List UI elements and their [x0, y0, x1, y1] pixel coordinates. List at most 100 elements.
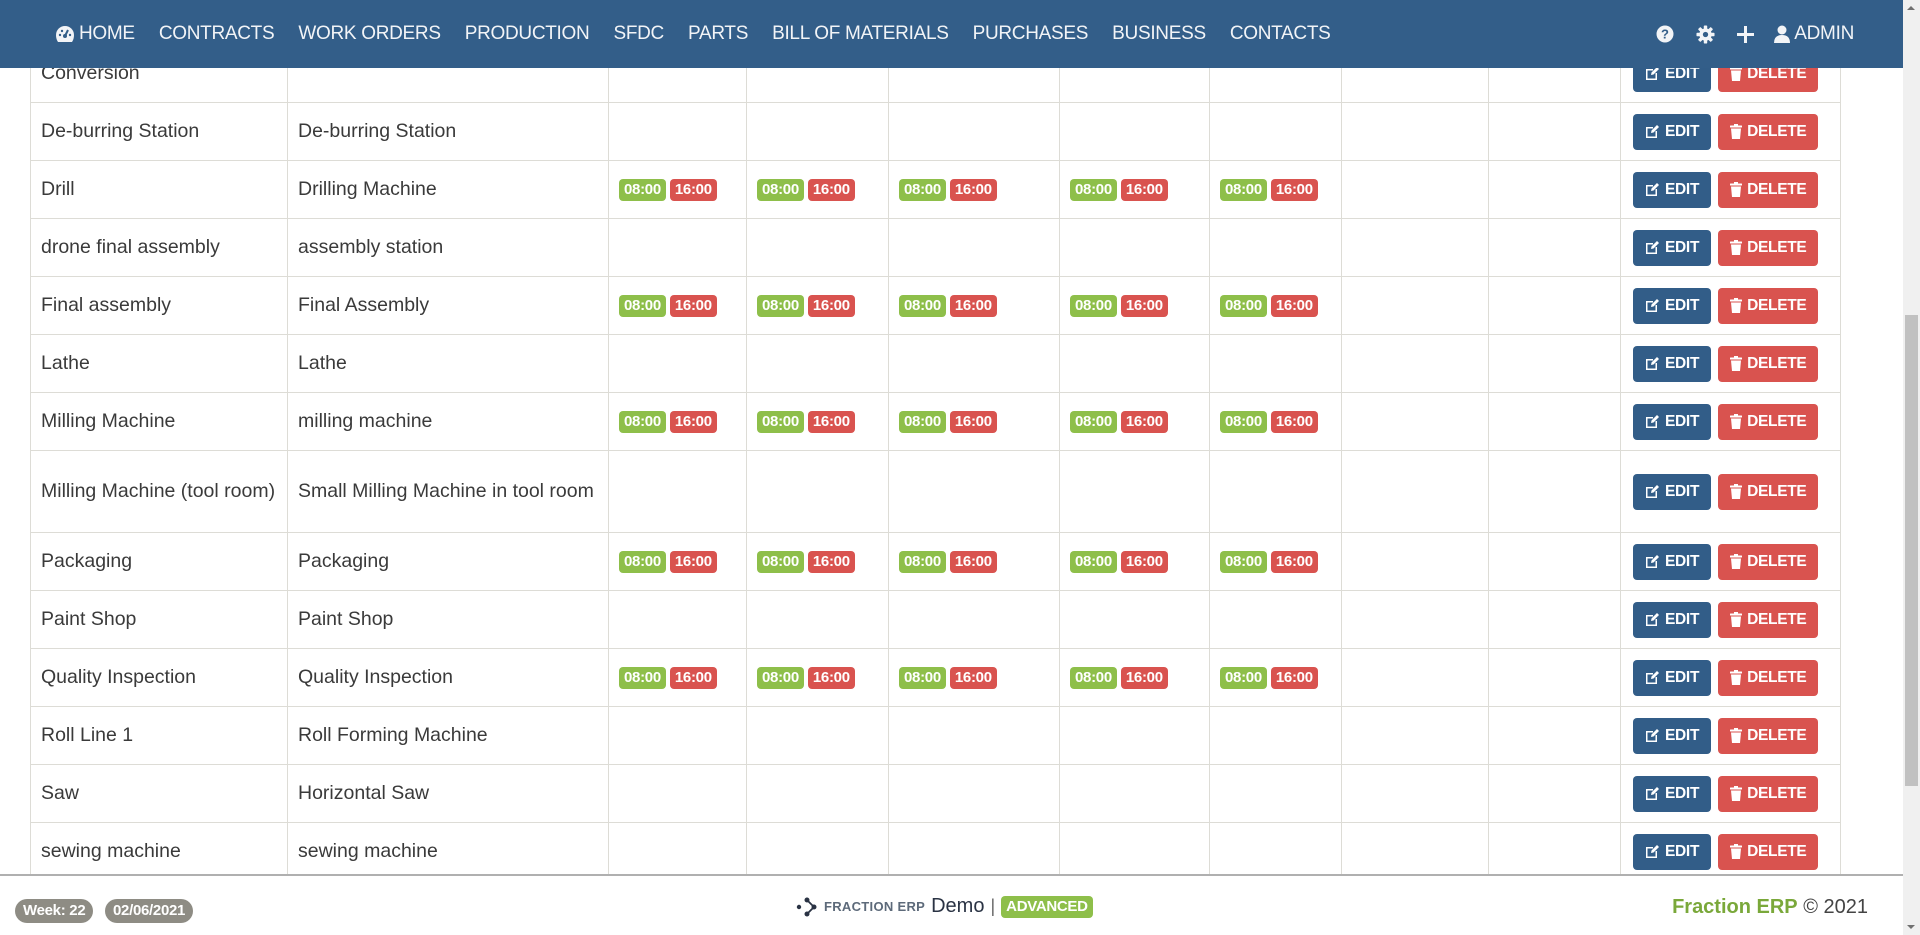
brand-demo-label: Demo [931, 895, 985, 917]
delete-button[interactable]: DELETE [1718, 833, 1819, 870]
nav-contacts[interactable]: CONTACTS [1230, 23, 1331, 45]
schedule-day-6 [1341, 764, 1489, 823]
schedule-day-7 [1488, 392, 1621, 451]
delete-button[interactable]: DELETE [1718, 345, 1819, 382]
workstation-name: Final assembly [30, 276, 288, 335]
schedule-day-3 [888, 764, 1060, 823]
plus-icon[interactable] [1737, 25, 1755, 43]
nav-home[interactable]: HOME [55, 23, 135, 45]
delete-button[interactable]: DELETE [1718, 171, 1819, 208]
schedule-day-6 [1341, 160, 1489, 219]
copyright-brand-link[interactable]: Fraction ERP [1672, 896, 1798, 918]
svg-text:?: ? [1661, 27, 1669, 42]
delete-label: DELETE [1747, 669, 1807, 686]
edit-button[interactable]: EDIT [1633, 287, 1712, 324]
nav-sfdc[interactable]: SFDC [613, 23, 664, 45]
edit-icon [1646, 845, 1659, 858]
workstation-name: De-burring Station [30, 102, 288, 161]
start-time-badge: 08:00 [619, 410, 666, 433]
delete-button[interactable]: DELETE [1718, 717, 1819, 754]
schedule-day-3 [888, 450, 1060, 533]
delete-button[interactable]: DELETE [1718, 775, 1819, 812]
schedule-day-4 [1059, 764, 1210, 823]
workstation-description: milling machine [287, 392, 609, 451]
edit-button[interactable]: EDIT [1633, 229, 1712, 266]
delete-button[interactable]: DELETE [1718, 113, 1819, 150]
schedule-day-3 [888, 334, 1060, 393]
edit-label: EDIT [1665, 123, 1700, 140]
schedule-day-3 [888, 218, 1060, 277]
edit-icon [1646, 729, 1659, 742]
end-time-badge: 16:00 [669, 294, 717, 317]
nav-business[interactable]: BUSINESS [1112, 23, 1206, 45]
schedule-day-4: 08:00 16:00 [1059, 276, 1210, 335]
edit-label: EDIT [1665, 611, 1700, 628]
schedule-day-6 [1341, 392, 1489, 451]
nav-bill-of-materials[interactable]: BILL OF MATERIALS [772, 23, 949, 45]
delete-button[interactable]: DELETE [1718, 403, 1819, 440]
delete-button[interactable]: DELETE [1718, 287, 1819, 324]
workstation-description: Small Milling Machine in tool room [287, 450, 609, 533]
nav-label: PRODUCTION [464, 23, 590, 44]
start-time-badge: 08:00 [757, 178, 804, 201]
schedule-day-4 [1059, 450, 1210, 533]
delete-button[interactable]: DELETE [1718, 543, 1819, 580]
schedule-day-6 [1341, 822, 1489, 874]
nav-right: ? ADMIN [1634, 23, 1854, 45]
edit-button[interactable]: EDIT [1633, 113, 1712, 150]
table-row: Saw Horizontal Saw EDIT DELETE [30, 764, 1841, 823]
delete-label: DELETE [1747, 611, 1807, 628]
start-time-badge: 08:00 [1070, 294, 1117, 317]
scroll-up-arrow-icon[interactable] [1907, 6, 1915, 10]
end-time-badge: 16:00 [1270, 550, 1318, 573]
schedule-day-7 [1488, 218, 1621, 277]
delete-button[interactable]: DELETE [1718, 601, 1819, 638]
nav-production[interactable]: PRODUCTION [465, 23, 590, 45]
nav-purchases[interactable]: PURCHASES [973, 23, 1089, 45]
nav-work-orders[interactable]: WORK ORDERS [298, 23, 441, 45]
question-circle-icon[interactable]: ? [1656, 25, 1674, 43]
edit-button[interactable]: EDIT [1633, 403, 1712, 440]
vertical-scrollbar[interactable] [1903, 0, 1920, 935]
nav-contracts[interactable]: CONTRACTS [159, 23, 275, 45]
footer-brand: FRACTION ERP Demo | ADVANCED [796, 895, 1093, 918]
nav-label: BILL OF MATERIALS [772, 23, 949, 44]
row-actions: EDIT DELETE [1620, 822, 1841, 874]
delete-button[interactable]: DELETE [1718, 229, 1819, 266]
edit-button[interactable]: EDIT [1633, 717, 1712, 754]
edit-icon [1646, 485, 1659, 498]
nav-parts[interactable]: PARTS [688, 23, 748, 45]
trash-icon [1730, 66, 1743, 81]
edit-button[interactable]: EDIT [1633, 543, 1712, 580]
schedule-day-1: 08:00 16:00 [608, 276, 747, 335]
table-row: Roll Line 1 Roll Forming Machine EDIT DELET… [30, 706, 1841, 765]
delete-label: DELETE [1747, 239, 1807, 256]
row-actions: EDIT DELETE [1620, 160, 1841, 219]
schedule-day-1 [608, 764, 747, 823]
schedule-day-2: 08:00 16:00 [746, 648, 889, 707]
scrollbar-thumb[interactable] [1905, 315, 1918, 786]
edit-button[interactable]: EDIT [1633, 659, 1712, 696]
user-menu[interactable]: ADMIN [1774, 23, 1854, 45]
workstations-table: Conversion EDIT DELETE De-burring Station De… [30, 44, 1841, 874]
schedule-day-2 [746, 450, 889, 533]
schedule-day-5: 08:00 16:00 [1209, 160, 1342, 219]
edit-button[interactable]: EDIT [1633, 775, 1712, 812]
edit-button[interactable]: EDIT [1633, 345, 1712, 382]
edit-label: EDIT [1665, 553, 1700, 570]
schedule-day-4 [1059, 706, 1210, 765]
schedule-day-4: 08:00 16:00 [1059, 160, 1210, 219]
delete-button[interactable]: DELETE [1718, 659, 1819, 696]
gear-icon[interactable] [1696, 24, 1715, 44]
edit-button[interactable]: EDIT [1633, 833, 1712, 870]
edit-button[interactable]: EDIT [1633, 171, 1712, 208]
edit-button[interactable]: EDIT [1633, 601, 1712, 638]
schedule-day-6 [1341, 450, 1489, 533]
table-row: Drill Drilling Machine 08:00 16:00 08:00 16:0… [30, 160, 1841, 219]
delete-button[interactable]: DELETE [1718, 473, 1819, 510]
nav-label: SFDC [613, 23, 664, 44]
scroll-down-arrow-icon[interactable] [1907, 925, 1915, 929]
edit-button[interactable]: EDIT [1633, 473, 1712, 510]
schedule-day-1: 08:00 16:00 [608, 392, 747, 451]
edit-icon [1646, 415, 1659, 428]
